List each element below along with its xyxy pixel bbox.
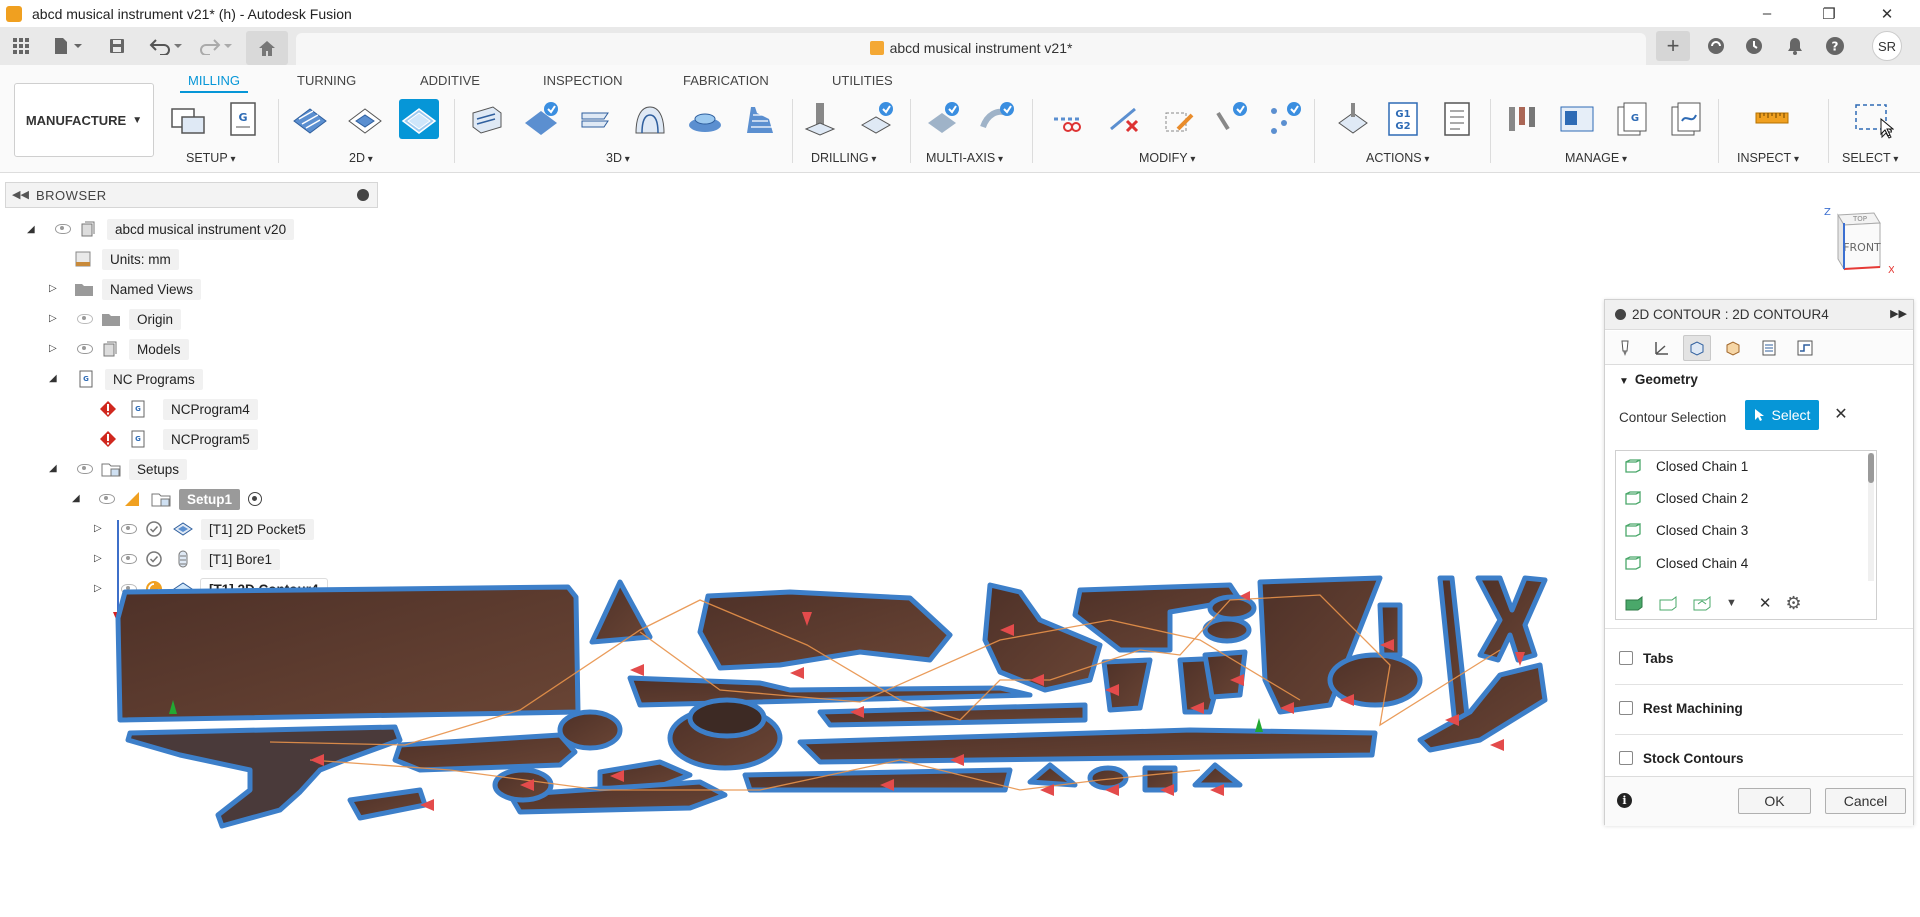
select-geometry-button[interactable]: Select <box>1745 400 1819 430</box>
section-collapse-icon: ▼ <box>1619 376 1629 387</box>
closed-chain-icon <box>1625 458 1641 473</box>
chain-list-item[interactable]: Closed Chain 2 <box>1624 483 1748 513</box>
tabs-checkbox[interactable] <box>1619 651 1633 665</box>
body-arc-part <box>697 589 953 671</box>
dialog-tabs <box>1605 331 1913 365</box>
dialog-header: 2D CONTOUR : 2D CONTOUR4 ▶▶ <box>1605 300 1913 330</box>
tab-tool-icon[interactable] <box>1611 335 1639 361</box>
triangle-part-3 <box>1192 762 1243 788</box>
stock-contours-checkbox[interactable] <box>1619 751 1633 765</box>
view-cube[interactable]: TOP FRONT X Z <box>1822 203 1895 281</box>
cursor-arrow-icon <box>1754 409 1764 421</box>
geometry-section-label: Geometry <box>1634 372 1698 387</box>
section-divider <box>1615 684 1903 685</box>
remove-chain-icon[interactable]: ✕ <box>1759 594 1772 612</box>
trapezoid-part-3 <box>1202 649 1248 700</box>
scrollbar-thumb[interactable] <box>1868 453 1874 483</box>
closed-chain-icon <box>1625 555 1641 570</box>
dialog-minimize-icon[interactable] <box>1615 309 1626 320</box>
stock-contours-label: Stock Contours <box>1643 751 1744 766</box>
oval-part-3 <box>1202 616 1252 644</box>
tab-geometry-axes-icon[interactable] <box>1647 335 1675 361</box>
tab-heights-icon[interactable] <box>1719 335 1747 361</box>
paddle-part-3 <box>347 787 428 821</box>
tabs-option[interactable]: Tabs <box>1619 651 1913 666</box>
info-icon[interactable]: i <box>1617 793 1632 808</box>
chain-list: Closed Chain 1 Closed Chain 2 Closed Cha… <box>1615 450 1877 620</box>
drop-part <box>1327 652 1423 708</box>
bar-part-2 <box>1437 575 1471 728</box>
rest-machining-label: Rest Machining <box>1643 701 1743 716</box>
large-board-part <box>115 584 581 723</box>
chain-list-scrollbar[interactable] <box>1868 453 1874 581</box>
chain-label: Closed Chain 2 <box>1656 490 1749 506</box>
stock-contours-option[interactable]: Stock Contours <box>1619 751 1913 766</box>
tabs-option-label: Tabs <box>1643 651 1674 666</box>
expand-dialog-icon[interactable]: ▶▶ <box>1890 307 1907 320</box>
chain-options-chevron-icon[interactable]: ▼ <box>1726 597 1737 609</box>
select-button-label: Select <box>1771 407 1811 423</box>
chain-list-item[interactable]: Closed Chain 3 <box>1624 515 1748 545</box>
chain-label: Closed Chain 3 <box>1656 522 1749 538</box>
add-silhouette-chain-icon[interactable] <box>1692 594 1712 612</box>
x-tuning-part <box>1475 575 1548 663</box>
cancel-button[interactable]: Cancel <box>1825 788 1906 814</box>
dialog-title: 2D CONTOUR : 2D CONTOUR4 <box>1632 307 1829 322</box>
axis-z-label: Z <box>1824 207 1831 218</box>
clear-selection-icon[interactable]: ✕ <box>1831 404 1851 424</box>
chain-label: Closed Chain 4 <box>1656 555 1749 571</box>
chain-label: Closed Chain 1 <box>1656 458 1749 474</box>
mouse-cursor-icon <box>1880 118 1894 137</box>
section-divider <box>1605 628 1913 629</box>
chain-list-item[interactable]: Closed Chain 1 <box>1624 451 1748 481</box>
dialog-footer: i OK Cancel <box>1605 776 1913 826</box>
geometry-section-header[interactable]: ▼ Geometry <box>1619 372 1913 387</box>
ring-part <box>687 697 767 739</box>
rest-machining-option[interactable]: Rest Machining <box>1619 701 1913 716</box>
add-pocket-chain-icon[interactable] <box>1658 594 1678 612</box>
section-divider <box>1615 734 1903 735</box>
tab-linking-icon[interactable] <box>1791 335 1819 361</box>
tab-geometry-icon[interactable] <box>1683 335 1711 361</box>
trapezoid-part-1 <box>1101 657 1153 713</box>
contour-selection-label: Contour Selection <box>1619 410 1727 425</box>
closed-chain-icon <box>1625 522 1641 537</box>
operation-dialog: 2D CONTOUR : 2D CONTOUR4 ▶▶ ▼ Geometry Co… <box>1604 299 1914 826</box>
triangle-part-2 <box>1027 762 1078 788</box>
strip-part-1 <box>742 767 1013 793</box>
chain-list-toolbar: ▼ ✕ ⚙ <box>1616 587 1876 619</box>
closed-chain-icon <box>1625 490 1641 505</box>
viewcube-top-label: TOP <box>1852 215 1867 223</box>
chain-list-item[interactable]: Closed Chain 4 <box>1624 548 1748 578</box>
add-chain-icon[interactable] <box>1624 594 1644 612</box>
tab-passes-icon[interactable] <box>1755 335 1783 361</box>
bridge-part <box>797 727 1378 765</box>
viewcube-front-label: FRONT <box>1843 241 1881 254</box>
long-neck-part <box>627 675 1033 708</box>
crank-part <box>1417 662 1548 753</box>
axis-x-label: X <box>1888 265 1894 276</box>
rest-machining-checkbox[interactable] <box>1619 701 1633 715</box>
ok-button[interactable]: OK <box>1738 788 1811 814</box>
chain-settings-gear-icon[interactable]: ⚙ <box>1785 593 1801 614</box>
